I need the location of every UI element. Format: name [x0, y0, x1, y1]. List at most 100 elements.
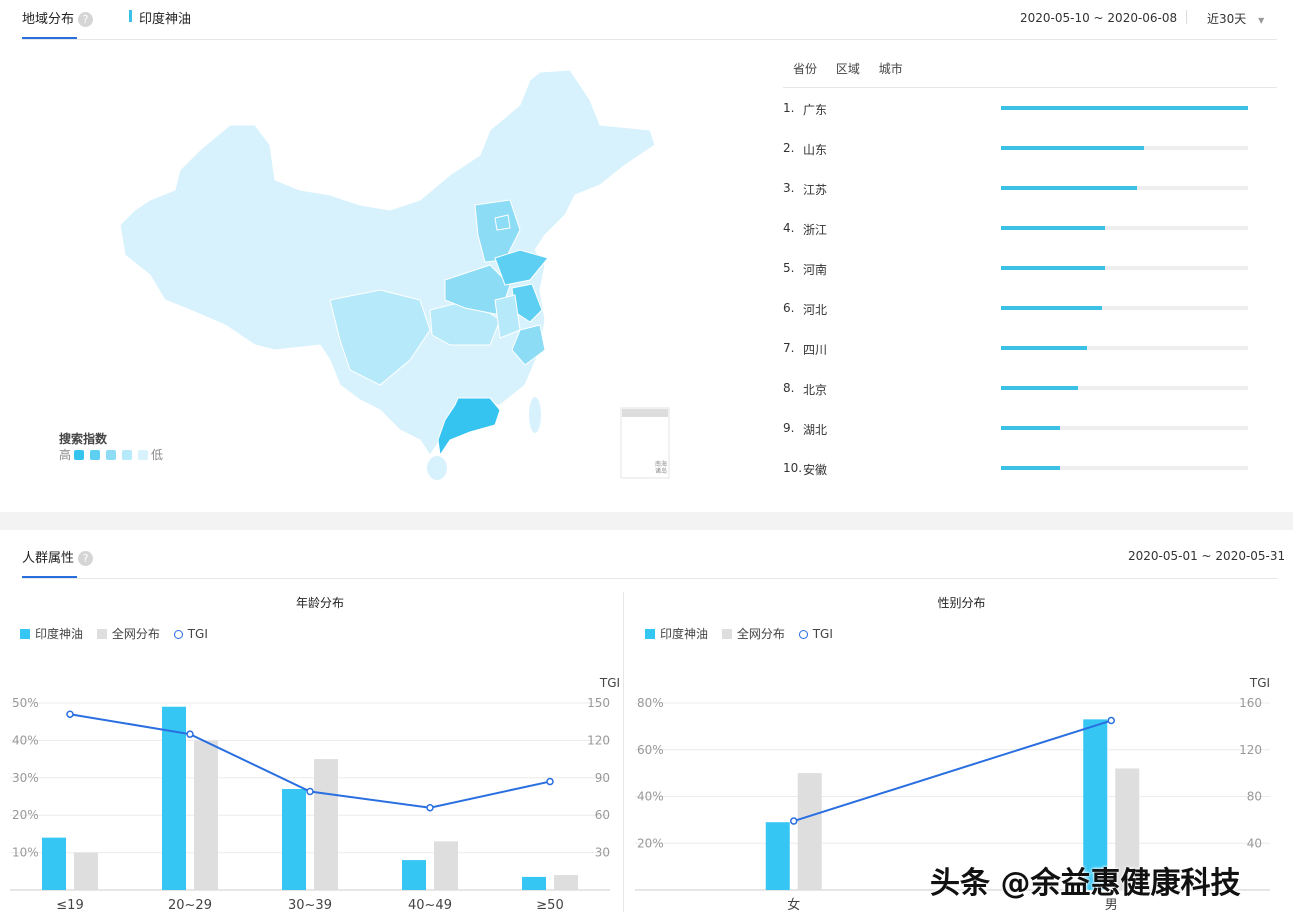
legend-low: 低: [151, 448, 164, 462]
rank-number: 2.: [783, 141, 795, 155]
map-region-anhui[interactable]: [494, 294, 521, 339]
legend-item-tgi[interactable]: TGI: [798, 627, 833, 641]
age-legend: 印度神油 全网分布 TGI: [20, 625, 218, 642]
bar-series1: [162, 706, 186, 890]
rank-bar-fill: [1001, 266, 1105, 270]
rank-bar-fill: [1001, 146, 1145, 150]
rank-row[interactable]: 4. 浙江: [783, 221, 1253, 237]
y-tick-label: 30%: [12, 771, 39, 785]
y2-tick-label: 30: [595, 846, 610, 860]
tgi-point: [66, 710, 74, 718]
bar-series2: [194, 740, 218, 890]
chevron-down-icon: ▼: [1258, 16, 1265, 25]
bar-series2: [74, 852, 98, 890]
legend-item-series1[interactable]: 印度神油: [645, 625, 708, 642]
legend-swatch: [122, 450, 133, 460]
rank-bar-track: [1001, 266, 1248, 270]
province-name: 湖北: [803, 423, 828, 437]
rank-bar-fill: [1001, 426, 1061, 430]
y2-tick-label: 160: [1239, 696, 1262, 710]
rank-bar-fill: [1001, 186, 1137, 190]
tgi-point: [790, 817, 798, 825]
rank-tab-province[interactable]: 省份: [793, 62, 817, 76]
rank-row[interactable]: 9. 湖北: [783, 421, 1253, 437]
legend-high: 高: [59, 448, 72, 462]
y2-axis-label: TGI: [1249, 676, 1270, 690]
rank-row[interactable]: 1. 广东: [783, 101, 1253, 117]
rank-number: 6.: [783, 301, 795, 315]
rank-row[interactable]: 5. 河南: [783, 261, 1253, 277]
province-name: 河北: [803, 303, 828, 317]
x-tick-label: 40~49: [408, 898, 452, 913]
rank-bar-track: [1001, 306, 1248, 310]
y2-tick-label: 90: [595, 771, 610, 785]
rank-bar-track: [1001, 466, 1248, 470]
legend-item-series2[interactable]: 全网分布: [721, 625, 785, 642]
x-tick-label: 20~29: [168, 898, 212, 913]
bar-series2: [434, 841, 458, 890]
y-tick-label: 10%: [12, 846, 39, 860]
province-name: 江苏: [803, 183, 828, 197]
rank-bar-track: [1001, 146, 1248, 150]
bar-series2: [314, 759, 338, 890]
rank-bar-fill: [1001, 386, 1078, 390]
legend-item-tgi[interactable]: TGI: [173, 627, 208, 641]
x-tick-label: 30~39: [288, 898, 332, 913]
rank-row[interactable]: 6. 河北: [783, 301, 1253, 317]
province-name: 河南: [803, 263, 828, 277]
rank-tabs: 省份 区域 城市: [793, 60, 903, 77]
rank-row[interactable]: 3. 江苏: [783, 181, 1253, 197]
period-select[interactable]: 近30天 ▼: [1207, 10, 1264, 27]
bar-series1: [765, 822, 790, 890]
rank-bar-fill: [1001, 346, 1088, 350]
inset-land: [622, 409, 668, 417]
legend-swatch: [74, 450, 85, 460]
tgi-point: [426, 803, 434, 812]
tab-label: 人群属性: [22, 551, 75, 566]
province-name: 安徽: [803, 463, 828, 477]
divider: [783, 87, 1277, 88]
rank-number: 8.: [783, 381, 795, 395]
legend-label: 全网分布: [736, 627, 785, 641]
legend-label: 印度神油: [660, 627, 709, 641]
tgi-line: [793, 719, 1112, 822]
bar-series2: [554, 875, 578, 890]
map-region-beijing[interactable]: [494, 214, 511, 231]
tab-crowd[interactable]: 人群属性?: [22, 547, 94, 566]
bar-series2: [797, 773, 822, 890]
legend-label: TGI: [187, 627, 208, 641]
map-region-taiwan[interactable]: [529, 397, 541, 433]
rank-number: 3.: [783, 181, 795, 195]
inset-label: 南海诸岛: [655, 461, 668, 475]
y-tick-label: 40%: [12, 733, 39, 747]
tgi-point: [186, 730, 194, 738]
rank-tab-city[interactable]: 城市: [879, 62, 903, 76]
legend-item-series1[interactable]: 印度神油: [20, 625, 83, 642]
rank-bar-fill: [1001, 466, 1061, 470]
age-chart: TGI 10% 30 20% 60 30% 90 40% 120 50% 150 ≤19 20~29 30…: [10, 676, 620, 913]
rank-row[interactable]: 10. 安徽: [783, 461, 1253, 477]
help-icon[interactable]: ?: [78, 551, 94, 566]
y-tick-label: 40%: [637, 790, 664, 804]
bar-series1: [282, 789, 306, 890]
rank-row[interactable]: 7. 四川: [783, 341, 1253, 357]
map-region-hainan[interactable]: [427, 456, 447, 480]
rank-tab-region[interactable]: 区域: [836, 62, 860, 76]
rank-number: 7.: [783, 341, 795, 355]
china-map[interactable]: [0, 0, 700, 500]
map-region-base[interactable]: [119, 69, 656, 456]
date-range: 2020-05-10 ~ 2020-06-08: [1020, 11, 1178, 25]
section-separator: [0, 512, 1293, 530]
map-legend-title: 搜索指数: [59, 432, 108, 446]
rank-bar-track: [1001, 106, 1248, 110]
x-tick-label: ≥50: [536, 898, 563, 913]
swatch: [721, 628, 732, 639]
rank-row[interactable]: 2. 山东: [783, 141, 1253, 157]
legend-swatch: [106, 450, 117, 460]
y2-axis-label: TGI: [599, 676, 620, 690]
legend-label: 印度神油: [35, 627, 84, 641]
rank-row[interactable]: 8. 北京: [783, 381, 1253, 397]
swatch: [20, 628, 30, 639]
circle-icon: [173, 629, 183, 639]
legend-item-series2[interactable]: 全网分布: [96, 625, 160, 642]
